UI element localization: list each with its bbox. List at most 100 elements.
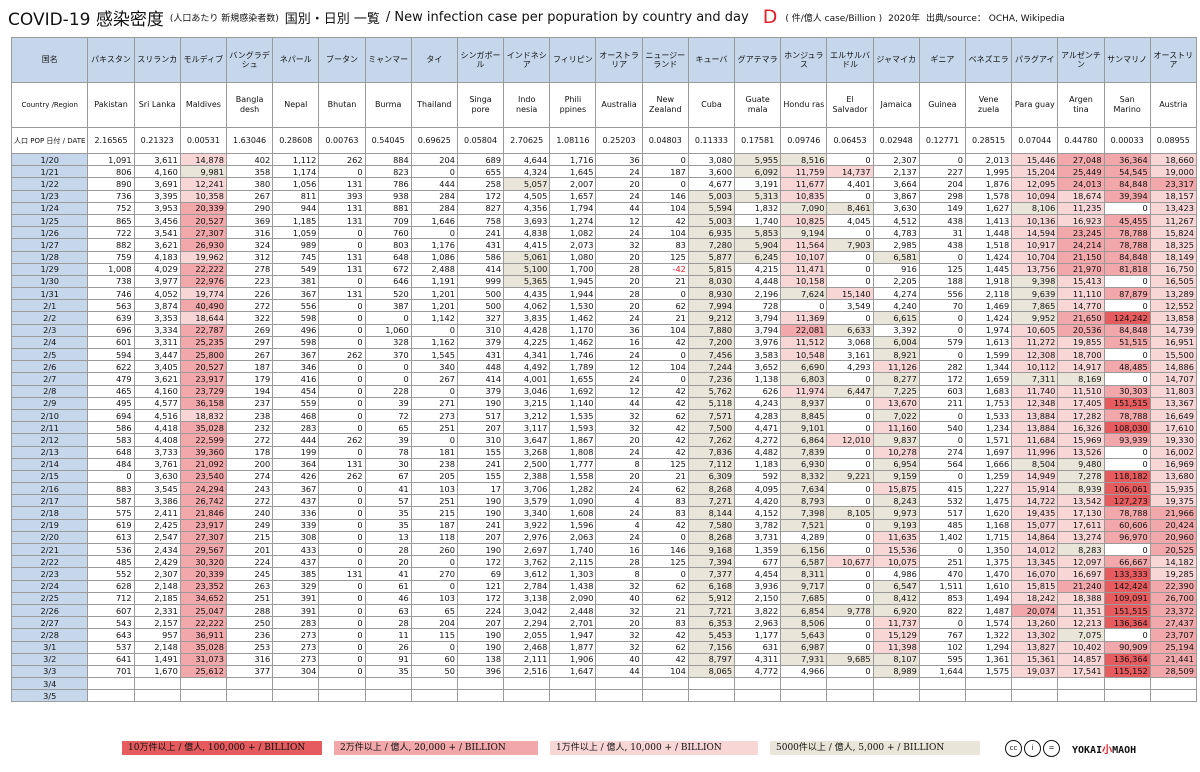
value-cell: 2,073 [549,238,597,252]
value-cell: 4,324 [503,165,551,179]
value-cell: 19,330 [1149,433,1197,447]
value-cell: 8 [595,567,643,581]
population-cell: 0.54045 [364,127,412,154]
value-cell: 24 [595,445,643,459]
value-cell: 125 [641,555,689,569]
value-cell: 87,879 [1103,287,1151,301]
value-cell: 15,413 [1057,274,1105,289]
value-cell: 26,700 [1149,591,1197,605]
value-cell: 552 [87,567,135,581]
value-cell: 12,552 [1149,299,1197,313]
value-cell: 884 [364,152,412,167]
value-cell: 8,937 [780,396,828,410]
value-cell [1057,677,1105,691]
value-cell: 3,733 [133,445,181,459]
value-cell: 12,213 [1057,616,1105,630]
value-cell: 8,939 [1057,482,1105,496]
value-cell: 284 [410,201,458,215]
value-cell: 1,974 [964,323,1013,337]
value-cell: 1,610 [964,579,1013,593]
corner-en: Country /Region [10,82,89,128]
value-cell: 304 [272,664,320,679]
value-cell: 583 [87,433,135,447]
value-cell: 6,156 [780,542,828,557]
value-cell: 598 [272,335,320,350]
value-cell: 7,090 [780,201,828,215]
value-cell: 23,317 [1149,177,1197,191]
value-cell: 6,581 [872,250,920,264]
value-cell: 4,401 [826,177,874,191]
table-row: 1/29 1,008 4,029 22,222 278 549 131 672 2,488 414… [10,262,1197,276]
country-jp: パキスタン [87,37,135,83]
value-cell: 0 [918,616,966,630]
value-cell: 290 [225,201,274,215]
value-cell: 8,930 [687,287,736,301]
value-cell: 20,339 [179,201,227,215]
value-cell: 2,307 [133,567,181,581]
value-cell: 41 [364,482,412,496]
value-cell: 16,750 [1149,262,1197,276]
value-cell: 0 [826,274,874,289]
value-cell: 282 [918,360,966,374]
value-cell [780,689,828,703]
value-cell: 3,835 [503,311,551,325]
value-cell: 5,003 [687,213,736,228]
value-cell: 11,684 [1011,433,1059,447]
value-cell: 3,068 [826,335,874,350]
value-cell: 10,548 [780,347,828,362]
date-cell: 1/30 [10,274,89,289]
value-cell: 0 [918,408,966,423]
date-cell: 2/19 [10,518,89,532]
value-cell: 7,865 [1011,299,1059,313]
value-cell: 21,966 [1149,506,1197,520]
value-cell: 7,278 [1057,469,1105,484]
value-cell: 179 [225,372,274,386]
value-cell: 0 [918,152,966,167]
value-cell: 24 [595,165,643,179]
value-cell: 1,877 [549,640,597,654]
value-cell: 485 [918,518,966,532]
value-cell: 4,471 [734,421,782,435]
value-cell: 4,160 [133,384,181,398]
value-cell: 251 [410,494,458,508]
table-row: 1/25 865 3,456 20,527 369 1,185 131 709 1,646 758… [10,213,1197,228]
value-cell: 0 [410,384,458,398]
value-cell: 14,012 [1011,542,1059,557]
value-cell: 1,545 [410,347,458,362]
value-cell: 2,448 [549,603,597,618]
date-cell: 2/24 [10,579,89,593]
value-cell: 468 [272,408,320,423]
value-cell: 207 [456,616,505,630]
legend-10000: 1万件以上 / 億人, 10,000 + / BILLION [550,741,758,755]
value-cell: 677 [734,555,782,569]
value-cell: 11,110 [1057,287,1105,301]
value-cell: 22,599 [179,433,227,447]
country-jp: ベネズエラ [964,37,1013,83]
value-cell [272,677,320,691]
value-cell: 470 [918,567,966,581]
value-cell: 1,344 [964,360,1013,374]
value-cell: 5,365 [503,274,551,289]
country-en: Sri Lanka [133,82,181,128]
value-cell: 3,761 [133,457,181,471]
value-cell: 0 [364,372,412,386]
value-cell: 9,101 [780,421,828,435]
table-row: 2/24 628 2,148 23,352 263 329 0 61 0 121 2,784 1,43… [10,579,1197,593]
value-cell: 0 [318,421,366,435]
value-cell: 7,721 [687,603,736,618]
value-cell [364,689,412,703]
value-cell: 10,158 [780,274,828,289]
value-cell: 1,593 [549,421,597,435]
value-cell: 250 [225,616,274,630]
value-cell: 238 [410,457,458,471]
value-cell: 48,485 [1103,360,1151,374]
value-cell: 20 [595,433,643,447]
value-cell: 42 [641,433,689,447]
value-cell: 15,077 [1011,518,1059,532]
value-cell: 9,973 [872,506,920,520]
country-jp: アルゼンチン [1057,37,1105,83]
value-cell: 20 [595,177,643,191]
value-cell: 3,647 [503,433,551,447]
value-cell: 7,685 [780,591,828,605]
value-cell: 3,311 [133,335,181,350]
